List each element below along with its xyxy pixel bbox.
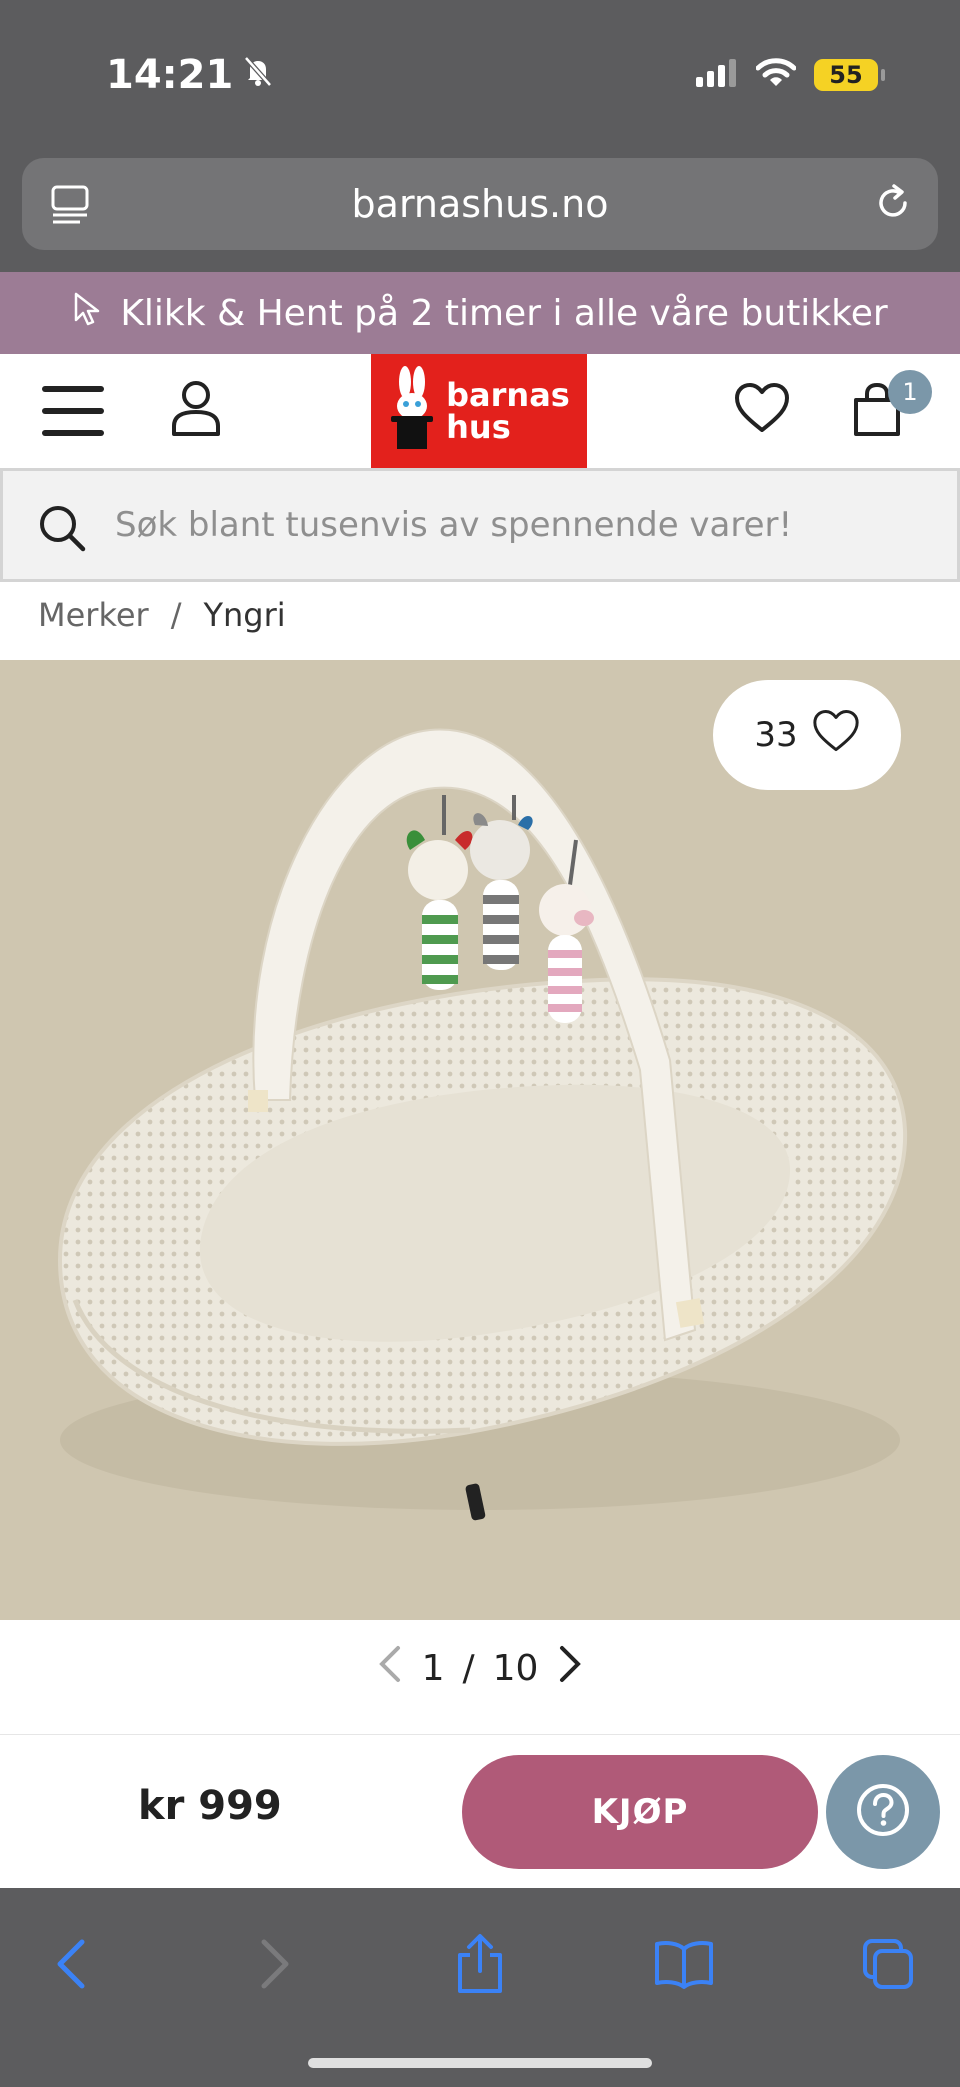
breadcrumb-item-brands[interactable]: Merker bbox=[38, 596, 149, 634]
reload-icon[interactable] bbox=[872, 182, 914, 228]
search-bar[interactable] bbox=[0, 468, 960, 582]
sticky-buy-bar: kr 999 KJØP bbox=[0, 1734, 960, 1888]
clock: 14:21 bbox=[106, 52, 234, 98]
web-page: Klikk & Hent på 2 timer i alle våre buti… bbox=[0, 272, 960, 1888]
menu-icon[interactable] bbox=[42, 386, 104, 436]
rabbit-hat-logo-icon bbox=[388, 366, 436, 456]
heart-outline-icon bbox=[812, 709, 860, 762]
status-bar: 14:21 55 bbox=[0, 0, 960, 150]
cart-count-badge: 1 bbox=[888, 370, 932, 414]
status-time: 14:21 bbox=[106, 52, 275, 98]
help-button[interactable] bbox=[826, 1755, 940, 1869]
current-image-index: 1 bbox=[421, 1647, 445, 1689]
back-icon[interactable] bbox=[30, 1924, 110, 2004]
buy-button[interactable]: KJØP bbox=[462, 1755, 818, 1869]
address-bar[interactable]: barnashus.no bbox=[22, 158, 938, 250]
tabs-icon[interactable] bbox=[848, 1924, 928, 2004]
search-icon bbox=[37, 503, 87, 557]
url-text[interactable]: barnashus.no bbox=[22, 158, 938, 250]
site-header: barnas hus 1 bbox=[0, 354, 960, 468]
chevron-left-icon[interactable] bbox=[376, 1644, 404, 1693]
product-image-gallery[interactable]: 33 bbox=[0, 660, 960, 1620]
promo-banner[interactable]: Klikk & Hent på 2 timer i alle våre buti… bbox=[0, 272, 960, 354]
heart-icon[interactable] bbox=[734, 382, 790, 438]
browser-toolbar bbox=[0, 1888, 960, 2087]
image-pager: 1 / 10 bbox=[0, 1638, 960, 1698]
product-price: kr 999 bbox=[138, 1783, 282, 1829]
total-images: 10 bbox=[492, 1647, 539, 1689]
barnashus-logo[interactable]: barnas hus bbox=[371, 354, 587, 468]
search-input[interactable] bbox=[115, 495, 915, 555]
promo-text: Klikk & Hent på 2 timer i alle våre buti… bbox=[120, 292, 888, 334]
share-icon[interactable] bbox=[440, 1924, 520, 2004]
breadcrumb: Merker / Yngri bbox=[38, 596, 286, 634]
bell-slash-icon bbox=[241, 52, 275, 98]
pager-separator: / bbox=[462, 1647, 475, 1689]
logo-line-1: barnas bbox=[446, 376, 570, 414]
breadcrumb-separator: / bbox=[170, 596, 182, 634]
shopping-bag-icon bbox=[850, 382, 904, 444]
question-mark-icon bbox=[855, 1782, 911, 1842]
cellular-signal-icon bbox=[696, 59, 738, 91]
user-icon[interactable] bbox=[168, 378, 224, 442]
status-icons: 55 bbox=[696, 58, 885, 92]
breadcrumb-item-current[interactable]: Yngri bbox=[203, 596, 285, 634]
cart-button[interactable]: 1 bbox=[850, 370, 932, 444]
favorite-count: 33 bbox=[754, 715, 798, 755]
favorite-count-button[interactable]: 33 bbox=[713, 680, 901, 790]
logo-line-2: hus bbox=[446, 408, 511, 446]
battery-icon: 55 bbox=[814, 59, 885, 91]
wifi-icon bbox=[755, 58, 797, 92]
home-indicator[interactable] bbox=[308, 2058, 652, 2068]
cursor-pointer-icon bbox=[72, 291, 102, 336]
bookmarks-icon[interactable] bbox=[644, 1924, 724, 2004]
chevron-right-icon[interactable] bbox=[556, 1644, 584, 1693]
product-image bbox=[57, 728, 908, 1521]
forward-icon[interactable] bbox=[236, 1924, 316, 2004]
